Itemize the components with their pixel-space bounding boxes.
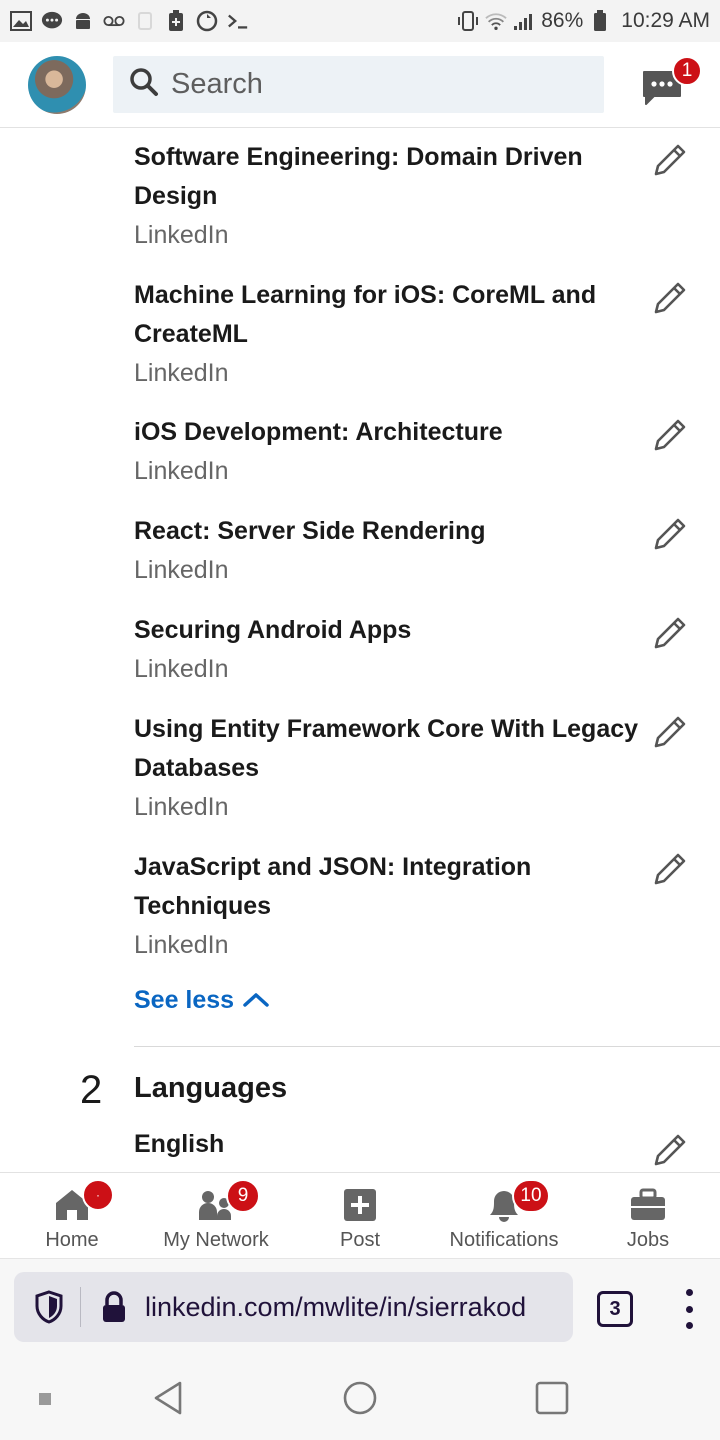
battery-percent: 86% xyxy=(541,9,584,32)
nav-label: Home xyxy=(45,1229,99,1251)
bottom-navigation: · Home 9 My Network Post 10 Notification… xyxy=(0,1172,720,1258)
battery-plus-icon xyxy=(165,10,187,32)
wifi-icon xyxy=(485,10,507,32)
nav-dot-icon xyxy=(39,1392,51,1410)
edit-pencil-icon[interactable] xyxy=(650,1130,690,1170)
signal-icon xyxy=(513,10,535,32)
my-network-badge: 9 xyxy=(226,1179,260,1213)
edit-pencil-icon[interactable] xyxy=(650,613,690,653)
bell-icon: 10 xyxy=(484,1179,550,1223)
course-title: JavaScript and JSON: Integration Techniq… xyxy=(134,853,532,920)
home-icon: · xyxy=(52,1179,114,1223)
nav-label: My Network xyxy=(163,1229,269,1251)
nav-post[interactable]: Post xyxy=(288,1173,432,1259)
chat-bubble-icon xyxy=(41,10,63,32)
messaging-badge: 1 xyxy=(672,56,702,86)
course-item: Machine Learning for iOS: CoreML and Cre… xyxy=(134,276,654,393)
people-icon: 9 xyxy=(196,1179,260,1223)
course-provider: LinkedIn xyxy=(134,655,229,683)
course-item: JavaScript and JSON: Integration Techniq… xyxy=(134,848,654,965)
tab-count-button[interactable]: 3 xyxy=(597,1291,633,1327)
search-icon xyxy=(129,67,159,102)
address-bar-separator xyxy=(80,1287,81,1327)
course-title: Software Engineering: Domain Driven Desi… xyxy=(134,143,583,210)
nav-home[interactable]: · Home xyxy=(0,1173,144,1259)
languages-heading: Languages xyxy=(134,1072,288,1104)
tracking-protection-shield-icon[interactable] xyxy=(34,1290,64,1324)
see-less-label: See less xyxy=(134,986,235,1014)
language-item: English xyxy=(134,1130,225,1158)
edit-pencil-icon[interactable] xyxy=(650,415,690,455)
course-title: Using Entity Framework Core With Legacy … xyxy=(134,715,639,782)
clock: 10:29 AM xyxy=(621,9,710,32)
recents-icon[interactable] xyxy=(535,1381,569,1420)
profile-avatar[interactable] xyxy=(28,56,86,114)
course-provider: LinkedIn xyxy=(134,793,229,821)
course-provider: LinkedIn xyxy=(134,556,229,584)
course-title: React: Server Side Rendering xyxy=(134,517,486,545)
languages-count: 2 xyxy=(80,1068,103,1112)
nav-my-network[interactable]: 9 My Network xyxy=(144,1173,288,1259)
nav-label: Notifications xyxy=(449,1229,559,1251)
browser-toolbar: linkedin.com/mwlite/in/sierrakod 3 xyxy=(0,1258,720,1356)
status-bar: 86% 10:29 AM xyxy=(0,0,720,42)
terminal-icon xyxy=(227,10,249,32)
search-input[interactable]: Search xyxy=(113,56,604,113)
vibrate-icon xyxy=(457,10,479,32)
chevron-up-icon xyxy=(242,986,270,1015)
battery-icon xyxy=(589,10,611,32)
status-system-icons: 86% 10:29 AM xyxy=(457,9,710,33)
course-item: iOS Development: Architecture LinkedIn xyxy=(134,413,654,491)
profile-content: Software Engineering: Domain Driven Desi… xyxy=(0,128,720,1172)
edit-pencil-icon[interactable] xyxy=(650,140,690,180)
course-provider: LinkedIn xyxy=(134,359,229,387)
course-title: iOS Development: Architecture xyxy=(134,418,503,446)
course-title: Securing Android Apps xyxy=(134,616,412,644)
briefcase-icon xyxy=(628,1187,668,1223)
nav-jobs[interactable]: Jobs xyxy=(576,1173,720,1259)
nav-label: Jobs xyxy=(626,1229,670,1251)
android-download-icon xyxy=(72,10,94,32)
add-post-icon xyxy=(340,1187,380,1223)
app-header: Search 1 xyxy=(0,42,720,128)
messaging-button[interactable]: 1 xyxy=(640,56,702,110)
home-circle-icon[interactable] xyxy=(342,1380,378,1421)
course-item: Securing Android Apps LinkedIn xyxy=(134,611,654,689)
nav-notifications[interactable]: 10 Notifications xyxy=(432,1173,576,1259)
search-placeholder: Search xyxy=(171,68,263,100)
edit-pencil-icon[interactable] xyxy=(650,849,690,889)
course-item: Using Entity Framework Core With Legacy … xyxy=(134,710,654,827)
lock-icon xyxy=(101,1291,127,1323)
course-item: Software Engineering: Domain Driven Desi… xyxy=(134,138,654,255)
edit-pencil-icon[interactable] xyxy=(650,514,690,554)
status-notification-icons xyxy=(10,10,249,32)
address-bar[interactable]: linkedin.com/mwlite/in/sierrakod xyxy=(14,1272,573,1342)
notifications-badge: 10 xyxy=(512,1179,550,1213)
see-less-button[interactable]: See less xyxy=(134,986,270,1015)
sync-icon xyxy=(196,10,218,32)
course-item: React: Server Side Rendering LinkedIn xyxy=(134,512,654,590)
faded-app-icon xyxy=(134,10,156,32)
system-navigation-bar xyxy=(0,1356,720,1440)
edit-pencil-icon[interactable] xyxy=(650,712,690,752)
course-provider: LinkedIn xyxy=(134,931,229,959)
course-title: Machine Learning for iOS: CoreML and Cre… xyxy=(134,281,597,348)
course-provider: LinkedIn xyxy=(134,221,229,249)
url-text: linkedin.com/mwlite/in/sierrakod xyxy=(145,1291,527,1322)
browser-menu-icon[interactable] xyxy=(680,1289,698,1329)
course-provider: LinkedIn xyxy=(134,457,229,485)
nav-label: Post xyxy=(339,1229,381,1251)
section-divider xyxy=(134,1046,720,1047)
home-badge: · xyxy=(82,1179,114,1211)
back-icon[interactable] xyxy=(152,1380,184,1421)
edit-pencil-icon[interactable] xyxy=(650,278,690,318)
voicemail-icon xyxy=(103,10,125,32)
gallery-icon xyxy=(10,10,32,32)
